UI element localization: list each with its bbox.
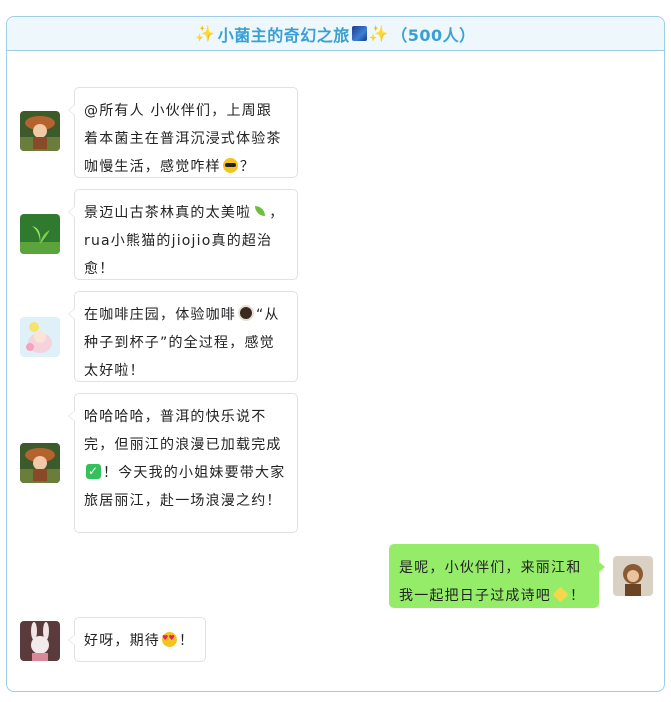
member-count: （500人） [391,25,476,45]
message-text: ？ [239,159,256,175]
bunny-avatar[interactable] [20,621,60,661]
message-text: 好呀，期待 [84,633,160,649]
herb-emoji-icon [253,204,267,219]
message-text: ！今天我的小姐妹要带大家旅居丽江，赴一场浪漫之约！ [84,465,286,509]
sparkle-emoji-icon [552,586,569,603]
sparkles-icon: ✨ [368,24,390,43]
book-icon [351,26,367,41]
message-bubble[interactable]: 哈哈哈哈，普洱的快乐说不完，但丽江的浪漫已加载完成 ！今天我的小姐妹要带大家旅居丽… [68,393,298,533]
heart-eyes-emoji-icon [162,624,177,652]
message-text: 哈哈哈哈，普洱的快乐说不完，但丽江的浪漫已加载完成 [84,409,282,453]
message-bubble[interactable]: 景迈山古茶林真的太美啦 ，rua小熊猫的jiojio真的超治愈！ [68,189,298,280]
sparkles-icon: ✨ [195,24,216,43]
message-text: 是呢，小伙伴们，来丽江和我一起把日子过成诗吧 [399,560,582,604]
message-text: ！ [570,588,586,604]
monkey-avatar[interactable] [613,556,653,596]
group-title: 小菌主的奇幻之旅 [217,25,350,45]
message-bubble[interactable]: 好呀，期待 ！ [68,617,206,662]
flower-fairy-avatar[interactable] [20,317,60,357]
message-text: 在咖啡庄园，体验咖啡 [84,307,236,323]
sunglasses-emoji-icon [222,158,238,173]
message-bubble[interactable]: @所有人 小伙伴们，上周跟着本菌主在普洱沉浸式体验茶咖慢生活，感觉咋样？ [68,87,298,178]
mushroom-host-avatar[interactable] [20,111,60,151]
mushroom-host-avatar[interactable] [20,443,60,483]
chat-header: ✨ 小菌主的奇幻之旅 ✨ （500人） [7,17,664,51]
sprout-avatar[interactable] [20,214,60,254]
message-text: 景迈山古茶林真的太美啦 [84,205,252,221]
message-bubble[interactable]: 在咖啡庄园，体验咖啡 “从种子到杯子”的全过程，感觉太好啦！ [68,291,298,382]
message-text: ！ [179,633,195,649]
check-mark-emoji-icon [86,457,101,485]
coffee-emoji-icon [238,305,254,321]
my-message-bubble[interactable]: 是呢，小伙伴们，来丽江和我一起把日子过成诗吧！ [389,544,605,608]
